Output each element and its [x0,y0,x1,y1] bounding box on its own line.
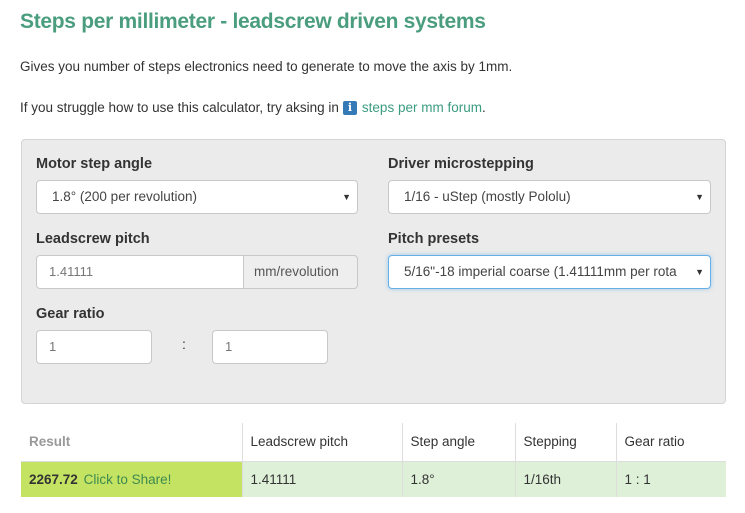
motor-step-angle-value: 1.8° (200 per revolution) [52,189,197,204]
results-table: Result Leadscrew pitch Step angle Steppi… [21,423,726,497]
caret-down-icon: ▼ [342,192,351,202]
driver-microstepping-label: Driver microstepping [388,156,534,172]
leadscrew-pitch-label: Leadscrew pitch [36,231,150,247]
pitch-presets-select[interactable]: 5/16"-18 imperial coarse (1.41111mm per … [388,255,711,289]
pitch-presets-value: 5/16"-18 imperial coarse (1.41111mm per … [404,264,677,279]
forum-link[interactable]: steps per mm forum [362,100,482,115]
results-header-row: Result Leadscrew pitch Step angle Steppi… [21,423,726,462]
info-icon: i [342,100,357,115]
help-suffix: . [481,100,486,115]
gear-ratio-header: Gear ratio [615,423,726,462]
driver-microstepping-select[interactable]: 1/16 - uStep (mostly Pololu) ▼ [388,180,711,214]
gear-ratio-right-input[interactable]: 1 [212,330,328,364]
pitch-unit-addon: mm/revolution [243,255,358,289]
caret-down-icon: ▼ [695,192,704,202]
pitch-presets-label: Pitch presets [388,231,480,247]
result-value: 2267.72 [29,471,78,487]
caret-down-icon: ▼ [691,256,704,288]
gear-ratio-left-input[interactable]: 1 [36,330,152,364]
stepping-header: Stepping [514,423,616,462]
page-description: Gives you number of steps electronics ne… [20,59,513,74]
gear-ratio-label: Gear ratio [36,306,105,322]
page-title: Steps per millimeter - leadscrew driven … [20,10,486,33]
motor-step-angle-label: Motor step angle [36,156,153,172]
result-header: Result [21,423,242,462]
step-angle-cell: 1.8° [401,461,515,497]
result-cell[interactable]: 2267.72 Click to Share! [21,461,242,497]
gear-ratio-cell: 1 : 1 [615,461,726,497]
leadscrew-pitch-header: Leadscrew pitch [241,423,402,462]
gear-ratio-separator: : [182,336,186,352]
help-prefix: If you struggle how to use this calculat… [20,100,339,115]
leadscrew-pitch-cell: 1.41111 [241,461,402,497]
table-row: 2267.72 Click to Share! 1.41111 1.8° 1/1… [21,461,726,497]
stepping-cell: 1/16th [514,461,616,497]
step-angle-header: Step angle [401,423,515,462]
help-text: If you struggle how to use this calculat… [20,100,486,115]
calculator-panel: Motor step angle 1.8° (200 per revolutio… [21,139,726,404]
driver-microstepping-value: 1/16 - uStep (mostly Pololu) [404,189,571,204]
share-link[interactable]: Click to Share! [84,472,172,487]
motor-step-angle-select[interactable]: 1.8° (200 per revolution) ▼ [36,180,358,214]
leadscrew-pitch-input[interactable]: 1.41111 [36,255,244,289]
